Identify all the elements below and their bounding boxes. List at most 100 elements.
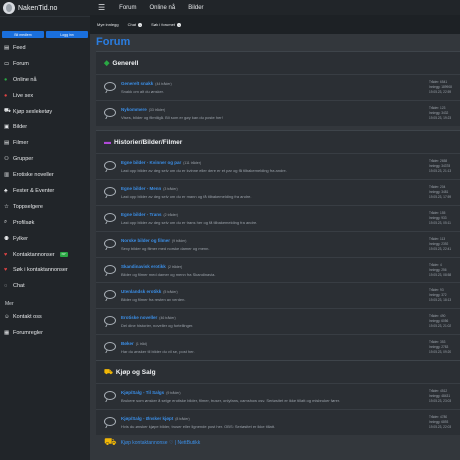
- book-icon: ▥: [4, 172, 10, 179]
- film-icon: ▬: [104, 138, 111, 146]
- category-title: Historier/Bilder/Filmer: [114, 138, 183, 146]
- forum-stat-line: 19.05.23, 21:02: [429, 324, 452, 329]
- forum-row[interactable]: Egne bilder - Kvinner og par (111 tråder)…: [96, 153, 460, 179]
- forum-row[interactable]: Skandinavisk erotikk (2 tråder) Bilder og …: [96, 256, 460, 283]
- sidebar-menu: ▤ Feed ▭ Forum ● Online nå ● Live sex ⛟ Kjøp sexl…: [0, 40, 90, 294]
- subnav-chat[interactable]: Chat ›: [128, 22, 143, 27]
- forum-row[interactable]: Kjøp/Salg - Ønsker kjøpt (8 tråder) Hvis d…: [96, 408, 460, 435]
- forum-title-link[interactable]: Egne bilder - Trans (2 tråder): [121, 212, 178, 217]
- chat-bubble-icon: [104, 316, 116, 326]
- sidebar-item-chat[interactable]: ◌ Chat: [0, 278, 90, 294]
- forum-title-link[interactable]: Egne bilder - Menn (3 tråder): [121, 186, 178, 191]
- thread-count: (2 tråder): [163, 212, 178, 217]
- forum-row[interactable]: Kjøp/Salg - Til Salgs (9 tråder) Brukere s…: [96, 383, 460, 409]
- sidebar-item-søk-i-kontaktannonser[interactable]: ♥ Søk i kontaktannonser: [0, 262, 90, 278]
- category-title: Generell: [112, 59, 139, 67]
- sidebar-item-label: Online nå: [13, 76, 37, 83]
- topnav-forum[interactable]: Forum: [119, 5, 136, 11]
- thread-count: (9 tråder): [166, 391, 181, 395]
- chat-bubble-icon: [104, 107, 116, 117]
- forum-title-link[interactable]: Norske bilder og filmer (9 tråder): [121, 238, 186, 243]
- sidebar-item-forumregler[interactable]: ▦ Forumregler: [0, 325, 90, 341]
- sidebar-item-kontakt-oss[interactable]: ☺ Kontakt oss: [0, 309, 90, 325]
- buy-contact-ad-link[interactable]: ⛟ Kjøp kontaktannonse ♡ | NettButikk: [96, 436, 200, 450]
- forum-title-link[interactable]: Nykommere (33 tråder): [121, 107, 165, 112]
- forum-row[interactable]: Generelt snakk (44 tråder) Snakk om alt du…: [96, 74, 460, 100]
- sidebar-item-label: Forum: [13, 60, 29, 67]
- forum-description: Last opp bilder av deg selv om du er man…: [121, 193, 252, 199]
- sidebar-item-fylker[interactable]: ⚉ Fylker: [0, 231, 90, 247]
- thread-count: (3 tråder): [163, 186, 178, 191]
- subnav-many-posts[interactable]: Mye innlegg: [97, 22, 119, 27]
- forum-description: Vises, bilder og filmtilgå. Bli som er g…: [121, 114, 223, 120]
- forum-description: Bilder og filmer fra resten av verden.: [121, 297, 186, 303]
- topnav-online[interactable]: Online nå: [150, 5, 176, 11]
- chat-bubble-icon: [104, 238, 116, 248]
- thread-count: (2 tråder): [167, 264, 183, 269]
- forum-row[interactable]: Bøker (1 tråd) Har du ønsker til bilder du…: [96, 334, 460, 360]
- sidebar-item-bilder[interactable]: ▣ Bilder: [0, 119, 90, 135]
- forum-description: Brukere som ønsker å selge erotiske bild…: [121, 398, 341, 403]
- forum-title-link[interactable]: Bøker (1 tråd): [121, 341, 147, 346]
- forum-row[interactable]: Egne bilder - Trans (2 tråder) Last opp bi…: [96, 204, 460, 231]
- forum-stats: Tråder: 2658 Innlegg: 34378 19.05.23, 21:1…: [429, 159, 451, 174]
- sidebar-item-label: Kontakt oss: [13, 314, 42, 321]
- sidebar-item-grupper[interactable]: ⚇ Grupper: [0, 151, 90, 167]
- forum-title-link[interactable]: Kjøp/Salg - Til Salgs (9 tråder): [121, 390, 181, 395]
- forum-stats: Tråder: 4512 Innlegg: 48431 19.05.23, 23:0…: [429, 389, 451, 404]
- sidebar-item-kontaktannonser[interactable]: ♥ Kontaktannonser NY: [0, 247, 90, 263]
- forum-row[interactable]: Norske bilder og filmer (9 tråder) Sexy bi…: [96, 230, 460, 257]
- sidebar-item-erotiske-noveller[interactable]: ▥ Erotiske noveller: [0, 167, 90, 183]
- site-logo[interactable]: NakenTid.no: [0, 0, 90, 17]
- forum-category: ▬ Historier/Bilder/Filmer Egne bilder - Kv…: [96, 130, 460, 361]
- forum-stat-line: 19.05.23, 17:59: [429, 194, 452, 199]
- sidebar-item-label: Erotiske noveller: [13, 172, 54, 179]
- sidebar-menu-more: ☺ Kontakt oss ▦ Forumregler: [0, 309, 90, 341]
- sidebar-item-filmer[interactable]: ▤ Filmer: [0, 135, 90, 151]
- groups-icon: ⚇: [4, 156, 9, 163]
- forum-category: ◆ Generell Generelt snakk (44 tråder) Snakk …: [96, 51, 460, 126]
- menu-toggle-icon[interactable]: ☰: [98, 3, 105, 12]
- film-icon: ▤: [4, 140, 10, 147]
- sidebar-item-toppselgere[interactable]: ☆ Toppselgere: [0, 199, 90, 215]
- sidebar-item-forum[interactable]: ▭ Forum: [0, 56, 90, 72]
- sidebar-item-online-nå[interactable]: ● Online nå: [0, 72, 90, 88]
- page-title: Forum: [96, 36, 131, 48]
- forum-row[interactable]: Utenlandsk erotikk (5 tråder) Bilder og fi…: [96, 282, 460, 308]
- forum-description: Del dine historier, noveller og fortelli…: [121, 323, 194, 329]
- sidebar-item-label: Forumregler: [13, 330, 43, 337]
- sidebar-item-feed[interactable]: ▤ Feed: [0, 40, 90, 56]
- forum-title-link[interactable]: Utenlandsk erotikk (5 tråder): [121, 289, 178, 294]
- sidebar-item-label: Chat: [13, 283, 25, 290]
- sidebar-item-live-sex[interactable]: ● Live sex: [0, 88, 90, 104]
- forum-row[interactable]: Nykommere (33 tråder) Vises, bilder og fil…: [96, 99, 460, 126]
- register-button[interactable]: Bli medlem: [2, 31, 44, 38]
- sidebar-item-fester-eventer[interactable]: ♣ Fester & Eventer: [0, 183, 90, 199]
- sidebar-item-label: Grupper: [13, 156, 34, 163]
- subnav-forum-search[interactable]: Søk i forumet ›: [151, 22, 182, 27]
- forum-title-link[interactable]: Erotiske noveller (46 tråder): [121, 315, 176, 320]
- topnav-images[interactable]: Bilder: [188, 5, 203, 11]
- forum-title-link[interactable]: Egne bilder - Kvinner og par (111 tråder): [121, 160, 201, 165]
- forum-row[interactable]: Egne bilder - Menn (3 tråder) Last opp bil…: [96, 178, 460, 205]
- forum-title-link[interactable]: Generelt snakk (44 tråder): [121, 81, 172, 86]
- forum-title-link[interactable]: Skandinavisk erotikk (2 tråder): [121, 264, 182, 269]
- thread-count: (46 tråder): [159, 316, 176, 321]
- forum-title: Norske bilder og filmer: [121, 237, 171, 243]
- login-button[interactable]: Logg inn: [46, 31, 88, 38]
- forum-stats: Tråder: 123 Innlegg: 3432 19.05.23, 19:23: [429, 106, 451, 121]
- search-icon: ⌕: [4, 219, 8, 226]
- sidebar-heading-more: Mer: [5, 301, 14, 308]
- sidebar-item-kjøp-sexleketøy[interactable]: ⛟ Kjøp sexleketøy: [0, 104, 90, 120]
- chat-bubble-icon: [104, 264, 116, 274]
- heart-icon: ♥: [4, 251, 8, 258]
- forum-description: Har du ønsker til bilder du vil se, post…: [121, 349, 195, 355]
- forum-title-link[interactable]: Kjøp/Salg - Ønsker kjøpt (8 tråder): [121, 416, 190, 421]
- sidebar-item-profilsøk[interactable]: ⌕ Profilsøk: [0, 215, 90, 231]
- forum-stats: Tråder: 113 Innlegg: 2392 19.05.23, 22:41: [429, 237, 451, 252]
- chat-icon: ◌: [4, 283, 8, 290]
- forum-stat-line: 19.05.23, 08:58: [429, 272, 452, 277]
- forum-title: Generelt snakk: [121, 81, 154, 86]
- forum-row[interactable]: Erotiske noveller (46 tråder) Del dine his…: [96, 308, 460, 334]
- shopping-cart-icon: ⛟: [104, 436, 117, 448]
